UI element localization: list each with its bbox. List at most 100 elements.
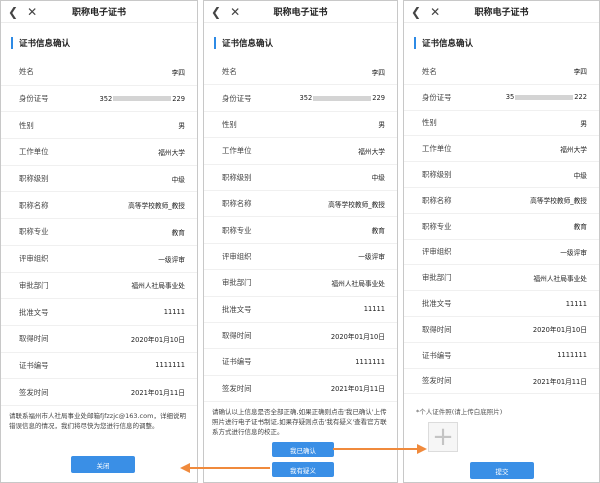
back-chevron-icon[interactable]: ❮ — [211, 6, 221, 18]
info-label: 姓名 — [19, 67, 34, 77]
close-button[interactable]: 关闭 — [71, 456, 135, 473]
info-list: 姓名 李四 身份证号 352 229 性别 男工作单位 福州大学 职称级别 中级 职称名称 高等学校教… — [1, 59, 197, 406]
info-label: 批准文号 — [422, 299, 452, 309]
info-value: 男 — [378, 121, 385, 130]
info-row: 职称专业 教育 — [204, 217, 397, 244]
info-label: 审批部门 — [422, 273, 452, 283]
info-row: 姓名 李四 — [204, 59, 397, 86]
doubt-button[interactable]: 我有疑义 — [272, 462, 334, 477]
info-row: 职称专业 教育 — [404, 214, 599, 240]
id-number-suffix: 229 — [372, 94, 385, 103]
info-value: 35 222 — [506, 93, 587, 101]
info-row: 批准文号 11111 — [204, 297, 397, 323]
info-label: 审批部门 — [222, 278, 252, 288]
info-row: 评审组织 一级评审 — [1, 246, 197, 273]
info-label: 职称专业 — [222, 225, 252, 235]
section-title: 证书信息确认 — [222, 39, 274, 49]
info-value: 2020年01月10日 — [532, 326, 587, 335]
info-value: 352 229 — [99, 95, 185, 103]
info-row: 取得时间 2020年01月10日 — [1, 326, 197, 353]
info-value: 高等学校教师_教授 — [530, 197, 587, 206]
section-header: 证书信息确认 — [414, 37, 599, 49]
info-value: 教育 — [371, 227, 385, 236]
info-label: 性别 — [222, 119, 237, 129]
section-header: 证书信息确认 — [11, 37, 197, 49]
info-label: 职称名称 — [19, 200, 49, 210]
info-value: 福州大学 — [358, 147, 385, 156]
info-label: 签发时间 — [222, 383, 252, 393]
info-value: 教育 — [171, 228, 185, 237]
info-row: 职称名称 高等学校教师_教授 — [204, 191, 397, 218]
top-bar: ❮ ✕ 职称电子证书 — [1, 1, 197, 23]
info-label: 身份证号 — [222, 93, 252, 103]
confirm-button[interactable]: 我已确认 — [272, 442, 334, 457]
info-label: 职称专业 — [422, 221, 452, 231]
screen-correction-info: ❮ ✕ 职称电子证书 证书信息确认 姓名 李四 身份证号 352 229 性别男工作单位福… — [0, 0, 198, 483]
info-row: 职称级别 中级 — [204, 165, 397, 191]
screen-confirm-info: ❮ ✕ 职称电子证书 证书信息确认 姓名 李四 身份证号 352 229 性别男工作单位福… — [203, 0, 398, 483]
info-value: 李四 — [171, 68, 185, 77]
info-row: 证书编号 1111111 — [1, 353, 197, 380]
info-row: 工作单位 福州大学 — [404, 136, 599, 163]
info-row: 批准文号 11111 — [404, 291, 599, 317]
info-row: 职称名称 高等学校教师_教授 — [1, 192, 197, 220]
photo-upload-box[interactable]: + — [428, 422, 458, 452]
info-row: 证书编号 1111111 — [204, 349, 397, 376]
info-row: 职称级别 中级 — [404, 162, 599, 188]
section-accent-bar — [11, 37, 13, 49]
info-value: 11111 — [163, 308, 185, 317]
info-label: 取得时间 — [19, 334, 49, 344]
info-label: 性别 — [422, 118, 437, 128]
info-row: 姓名 李四 — [404, 59, 599, 85]
info-row: 性别 男 — [204, 112, 397, 139]
id-number-suffix: 222 — [574, 93, 587, 102]
id-number-prefix: 35 — [505, 93, 515, 102]
info-value: 李四 — [371, 68, 385, 77]
info-value: 2020年01月10日 — [130, 335, 185, 344]
section-accent-bar — [214, 37, 216, 49]
info-label: 姓名 — [422, 66, 437, 76]
info-row: 身份证号 352 229 — [1, 86, 197, 113]
back-chevron-icon[interactable]: ❮ — [411, 6, 421, 18]
info-value: 中级 — [573, 171, 587, 180]
close-x-icon[interactable]: ✕ — [230, 6, 240, 18]
info-value: 高等学校教师_教授 — [128, 202, 185, 211]
info-row: 性别 男 — [404, 111, 599, 137]
plus-icon: + — [432, 422, 454, 452]
info-value: 11111 — [565, 299, 587, 308]
info-label: 证书编号 — [422, 350, 452, 360]
info-row: 工作单位 福州大学 — [204, 138, 397, 165]
info-label: 评审组织 — [222, 251, 252, 261]
id-number-prefix: 352 — [99, 94, 113, 103]
info-row: 职称级别 中级 — [1, 166, 197, 193]
info-label: 评审组织 — [422, 247, 452, 257]
info-value: 2021年01月11日 — [330, 385, 385, 394]
info-label: 职称级别 — [19, 174, 49, 184]
info-row: 性别 男 — [1, 112, 197, 140]
contact-note: 请联系福州市人社局事业处邮箱fjfzzjc@163.com，详细说明错误信息的情… — [9, 411, 186, 430]
info-value: 2021年01月11日 — [532, 377, 587, 386]
confirm-note: 请确认以上信息是否全部正确,如果正确则点击'我已确认'上传照片进行电子证书制证,… — [212, 408, 387, 436]
info-value: 一级评审 — [358, 253, 385, 262]
close-x-icon[interactable]: ✕ — [430, 6, 440, 18]
info-row: 签发时间 2021年01月11日 — [404, 369, 599, 395]
info-row: 证书编号 1111111 — [404, 343, 599, 369]
info-list: 姓名 李四 身份证号 352 229 性别 男工作单位 福州大学 职称级别 中级 职称名称 高等学校教… — [204, 59, 397, 403]
submit-button[interactable]: 提交 — [470, 462, 534, 479]
section-header: 证书信息确认 — [214, 37, 397, 49]
info-label: 审批部门 — [19, 280, 49, 290]
back-chevron-icon[interactable]: ❮ — [8, 6, 18, 18]
info-label: 签发时间 — [422, 376, 452, 386]
info-value: 中级 — [171, 175, 185, 184]
info-value: 1111111 — [155, 361, 185, 370]
info-label: 签发时间 — [19, 387, 49, 397]
info-value: 一级评审 — [158, 255, 185, 264]
section-title: 证书信息确认 — [422, 39, 474, 49]
info-label: 职称级别 — [222, 172, 252, 182]
close-x-icon[interactable]: ✕ — [27, 6, 37, 18]
info-row: 取得时间 2020年01月10日 — [404, 317, 599, 343]
info-row: 签发时间 2021年01月11日 — [1, 379, 197, 406]
info-value: 男 — [178, 122, 185, 131]
info-value: 李四 — [573, 68, 587, 77]
info-row: 评审组织 一级评审 — [204, 244, 397, 271]
